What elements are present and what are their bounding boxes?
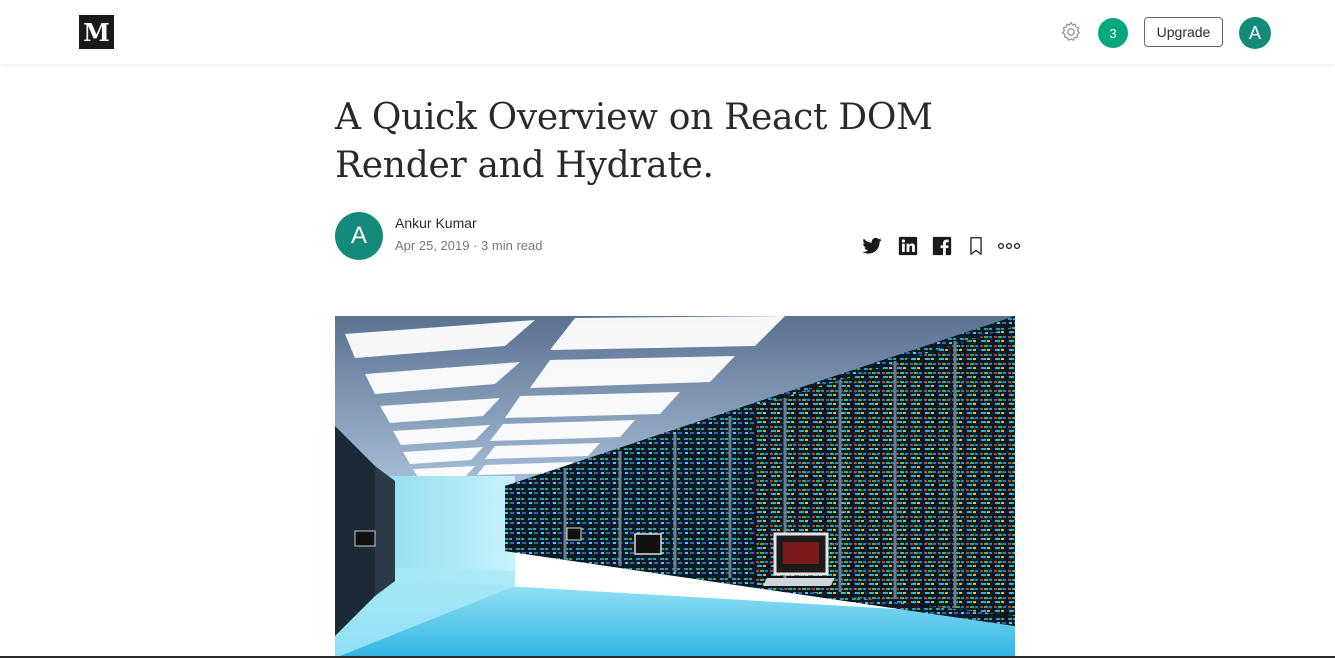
article-hero-image [335, 316, 1015, 658]
more-options-icon[interactable] [997, 235, 1021, 257]
article-title: A Quick Overview on React DOM Render and… [335, 94, 975, 190]
article-meta: Apr 25, 2019 · 3 min read [395, 238, 542, 253]
meta-separator: · [473, 238, 478, 253]
author-name-link[interactable]: Ankur Kumar [395, 215, 477, 231]
publish-date: Apr 25, 2019 [395, 238, 470, 253]
upgrade-button[interactable]: Upgrade [1144, 17, 1223, 47]
article-title-line-2: Render and Hydrate. [335, 145, 714, 186]
facebook-icon[interactable] [931, 235, 953, 257]
notification-count-badge[interactable]: 3 [1098, 18, 1128, 48]
twitter-icon[interactable] [861, 235, 883, 257]
linkedin-icon[interactable] [897, 235, 919, 257]
user-avatar[interactable]: A [1239, 17, 1271, 49]
author-avatar[interactable]: A [335, 212, 383, 260]
article-title-line-1: A Quick Overview on React DOM [335, 97, 933, 138]
read-time: 3 min read [481, 238, 543, 253]
bookmark-icon[interactable] [965, 235, 987, 257]
top-navigation-bar: M 3 Upgrade A [0, 0, 1335, 64]
settings-gear-icon[interactable] [1059, 20, 1083, 44]
medium-logo[interactable]: M [79, 15, 114, 49]
